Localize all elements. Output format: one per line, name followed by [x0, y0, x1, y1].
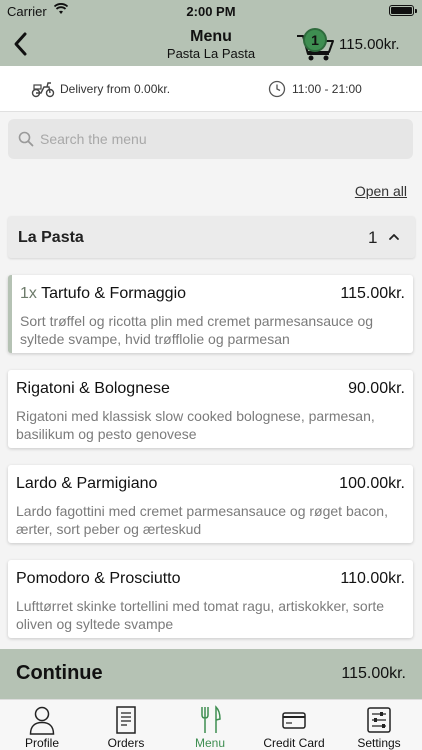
- tab-label: Orders: [107, 736, 145, 750]
- continue-total: 115.00kr.: [341, 665, 406, 682]
- tab-menu[interactable]: Menu: [168, 700, 252, 750]
- tab-label: Settings: [357, 736, 401, 750]
- continue-button[interactable]: Continue 115.00kr.: [0, 649, 422, 699]
- menu-item-description: Lufttørret skinke tortellini med tomat r…: [16, 598, 385, 632]
- clock-time: 2:00 PM: [186, 4, 236, 19]
- tab-orders[interactable]: Orders: [84, 700, 168, 750]
- status-bar: Carrier 2:00 PM: [0, 0, 422, 22]
- menu-item[interactable]: Rigatoni & Bolognese 90.00kr. Rigatoni m…: [8, 370, 413, 448]
- tab-credit-card[interactable]: Credit Card: [252, 700, 336, 750]
- search-bar[interactable]: [8, 119, 413, 159]
- menu-item-name: Pomodoro & Prosciutto: [16, 570, 181, 587]
- menu-item-description: Lardo fagottini med cremet parmesansauce…: [16, 503, 388, 537]
- cart-total[interactable]: 115.00kr.: [339, 36, 400, 53]
- search-input[interactable]: [40, 119, 400, 159]
- chevron-up-icon[interactable]: [388, 231, 400, 243]
- sliders-icon: [367, 707, 391, 733]
- tab-profile[interactable]: Profile: [0, 700, 84, 750]
- menu-item-name: Tartufo & Formaggio: [41, 285, 187, 302]
- tab-label: Profile: [24, 736, 59, 750]
- credit-card-icon: [282, 712, 306, 729]
- category-name: La Pasta: [18, 229, 84, 246]
- menu-item[interactable]: 1x Tartufo & Formaggio 115.00kr. Sort tr…: [8, 275, 413, 353]
- continue-label: Continue: [16, 662, 103, 684]
- tab-bar: Profile Orders Menu Credit Card Settings: [0, 699, 422, 750]
- battery-icon: [389, 5, 417, 16]
- delivery-info-bar: Delivery from 0.00kr. 11:00 - 21:00: [0, 66, 422, 112]
- cart-count-badge[interactable]: 1: [303, 28, 327, 52]
- menu-item-description: Rigatoni med klassisk slow cooked bologn…: [16, 408, 375, 442]
- menu-item-qty: 1x: [20, 285, 37, 302]
- open-all-link[interactable]: Open all: [355, 183, 407, 199]
- menu-item[interactable]: Pomodoro & Prosciutto 110.00kr. Lufttørr…: [8, 560, 413, 638]
- menu-item-description: Sort trøffel og ricotta plin med cremet …: [20, 313, 374, 347]
- menu-item-price: 110.00kr.: [340, 570, 405, 587]
- menu-item-price: 115.00kr.: [340, 285, 405, 302]
- menu-item[interactable]: Lardo & Parmigiano 100.00kr. Lardo fagot…: [8, 465, 413, 543]
- tab-settings[interactable]: Settings: [337, 700, 421, 750]
- scooter-icon: [31, 82, 55, 98]
- fork-knife-icon: [201, 705, 221, 733]
- clock-icon: [268, 80, 286, 98]
- menu-item-price: 100.00kr.: [339, 475, 405, 492]
- person-icon: [29, 706, 55, 735]
- menu-item-price: 90.00kr.: [348, 380, 405, 397]
- category-header-la-pasta[interactable]: La Pasta 1: [8, 216, 415, 258]
- tab-label: Menu: [194, 736, 226, 750]
- delivery-fee-text: Delivery from 0.00kr.: [60, 82, 171, 96]
- menu-item-name: Lardo & Parmigiano: [16, 475, 158, 492]
- receipt-icon: [116, 706, 136, 734]
- opening-hours-text: 11:00 - 21:00: [292, 82, 362, 96]
- search-icon: [18, 131, 34, 147]
- menu-item-name: Rigatoni & Bolognese: [16, 380, 170, 397]
- category-item-count: 1: [368, 228, 378, 247]
- menu-item-title: 1x Tartufo & Formaggio: [20, 285, 186, 303]
- tab-label: Credit Card: [263, 736, 325, 750]
